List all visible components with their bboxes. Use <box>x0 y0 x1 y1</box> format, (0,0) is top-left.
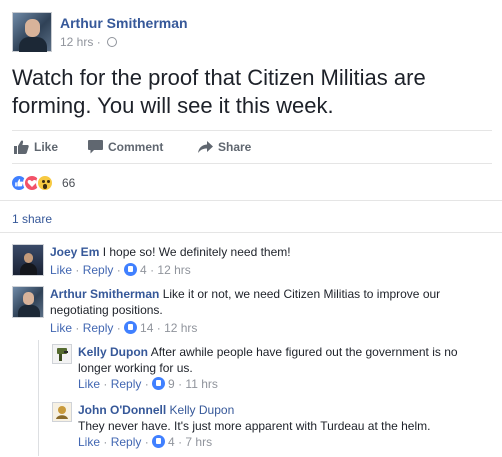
meta-separator: · <box>96 35 101 49</box>
comment-like-icon <box>152 435 166 448</box>
comment-time[interactable]: 12 hrs <box>157 263 190 277</box>
comment-reply-link[interactable]: Reply <box>83 263 114 277</box>
comment-time[interactable]: 11 hrs <box>185 377 217 391</box>
commenter-name[interactable]: Arthur Smitherman <box>50 287 159 301</box>
share-arrow-icon <box>198 141 213 153</box>
post-meta: 12 hrs · <box>60 35 118 49</box>
reply-item: John O'Donnell Kelly Dupon They never ha… <box>52 402 492 452</box>
commenter-name[interactable]: Kelly Dupon <box>78 345 148 359</box>
comment-body: Joey Em I hope so! We definitely need th… <box>50 244 490 260</box>
commenter-avatar[interactable] <box>52 344 72 364</box>
commenter-avatar[interactable] <box>12 286 44 318</box>
comment-like-link[interactable]: Like <box>78 377 100 391</box>
post-text: Watch for the proof that Citizen Militia… <box>12 65 426 118</box>
author-avatar[interactable] <box>12 12 52 52</box>
post-time[interactable]: 12 hrs <box>60 35 93 49</box>
comment-like-link[interactable]: Like <box>78 435 100 449</box>
comment-like-count[interactable]: 9 <box>168 377 175 391</box>
reply-thread-line <box>38 340 39 456</box>
globe-icon <box>107 37 118 47</box>
comment-like-count[interactable]: 4 <box>140 263 147 277</box>
comment-item: Joey Em I hope so! We definitely need th… <box>12 244 492 280</box>
comment-time[interactable]: 7 hrs <box>185 435 212 449</box>
share-button[interactable]: Share <box>198 131 268 163</box>
comment-text: I hope so! We definitely need them! <box>102 245 291 259</box>
commenter-name[interactable]: Joey Em <box>50 245 99 259</box>
share-count-link[interactable]: 1 share <box>12 212 52 226</box>
commenter-avatar[interactable] <box>12 244 44 276</box>
comment-text: They never have. It's just more apparent… <box>78 419 431 433</box>
comment-item: Arthur Smitherman Like it or not, we nee… <box>12 286 492 338</box>
comment-actions: Like · Reply · 14 · 12 hrs <box>50 321 198 335</box>
comment-body: Arthur Smitherman Like it or not, we nee… <box>50 286 490 318</box>
comment-label: Comment <box>108 140 164 154</box>
post-action-bar: Like Comment Share <box>12 130 492 164</box>
comment-reply-link[interactable]: Reply <box>111 435 142 449</box>
comment-like-link[interactable]: Like <box>50 263 72 277</box>
comment-like-icon <box>124 263 138 276</box>
like-label: Like <box>34 140 59 154</box>
thumbs-up-icon <box>14 140 29 154</box>
commenter-avatar[interactable] <box>52 402 72 422</box>
comment-like-count[interactable]: 4 <box>168 435 175 449</box>
comment-like-icon <box>152 377 166 390</box>
commenter-name[interactable]: John O'Donnell <box>78 403 166 417</box>
like-button[interactable]: Like <box>14 131 74 163</box>
reply-item: Kelly Dupon After awhile people have fig… <box>52 344 492 394</box>
comment-reply-link[interactable]: Reply <box>83 321 114 335</box>
share-label: Share <box>218 140 252 154</box>
reaction-count[interactable]: 66 <box>62 176 75 190</box>
comment-time[interactable]: 12 hrs <box>164 321 197 335</box>
comment-actions: Like · Reply · 4 · 12 hrs <box>50 263 191 277</box>
comment-actions: Like · Reply · 9 · 11 hrs <box>78 377 218 391</box>
post-author-name[interactable]: Arthur Smitherman <box>60 15 188 31</box>
comment-like-count[interactable]: 14 <box>140 321 153 335</box>
divider <box>0 232 502 233</box>
comment-bubble-icon <box>88 140 103 154</box>
comment-body: John O'Donnell Kelly Dupon They never ha… <box>78 402 492 434</box>
divider <box>0 200 502 201</box>
comment-like-link[interactable]: Like <box>50 321 72 335</box>
comment-like-icon <box>124 321 138 334</box>
tagged-user[interactable]: Kelly Dupon <box>170 403 235 417</box>
comment-body: Kelly Dupon After awhile people have fig… <box>78 344 492 376</box>
comment-button[interactable]: Comment <box>88 131 178 163</box>
wow-reaction-icon <box>36 174 54 192</box>
post-header: Arthur Smitherman 12 hrs · <box>12 12 492 56</box>
comment-actions: Like · Reply · 4 · 7 hrs <box>78 435 213 449</box>
comment-reply-link[interactable]: Reply <box>111 377 142 391</box>
reactions-summary[interactable]: 66 <box>10 174 210 192</box>
